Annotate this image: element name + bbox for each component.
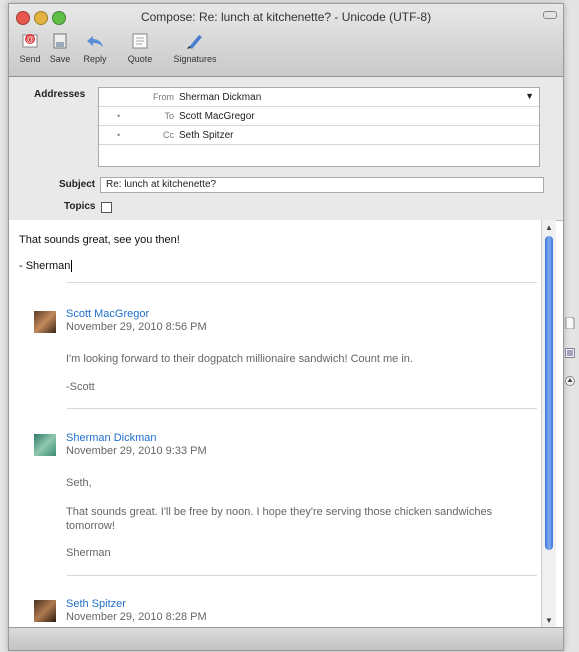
divider: [67, 575, 537, 576]
from-row[interactable]: From Sherman Dickman ▼: [99, 88, 539, 107]
scroll-down-arrow-icon[interactable]: ▼: [545, 616, 553, 625]
topics-label: Topics: [64, 201, 96, 212]
quote-button[interactable]: Quote: [115, 30, 165, 64]
status-bar: [9, 627, 563, 650]
from-label: From: [153, 92, 174, 102]
svg-text:@: @: [26, 35, 34, 44]
signature-pen-icon: [184, 30, 206, 52]
reply-text-line: That sounds great, see you then!: [19, 234, 180, 246]
quoted-sender[interactable]: Scott MacGregor: [66, 308, 149, 320]
send-icon: @: [19, 30, 41, 52]
cc-row[interactable]: • Cc Seth Spitzer: [99, 126, 539, 145]
subject-label: Subject: [59, 179, 96, 190]
toolbar: @ Send Save Reply Quote Signatures: [15, 30, 225, 64]
quoted-date: November 29, 2010 9:33 PM: [66, 445, 207, 457]
to-label: To: [164, 111, 174, 121]
divider: [67, 282, 537, 283]
window-title: Compose: Re: lunch at kitchenette? - Uni…: [140, 10, 432, 24]
avatar: [34, 311, 56, 333]
quote-icon: [129, 30, 151, 52]
cc-row-handle-icon: •: [117, 130, 121, 140]
page-icon[interactable]: [563, 316, 577, 330]
quoted-paragraph: Seth,: [66, 477, 92, 489]
to-row[interactable]: • To Scott MacGregor: [99, 107, 539, 126]
save-icon: [49, 30, 71, 52]
message-headers: Addresses From Sherman Dickman ▼ • To Sc…: [9, 77, 563, 221]
reply-button[interactable]: Reply: [75, 30, 115, 64]
to-row-handle-icon: •: [117, 111, 121, 121]
addresses-label: Addresses: [34, 89, 86, 100]
save-label: Save: [49, 54, 71, 64]
title-bar: Compose: Re: lunch at kitchenette? - Uni…: [9, 4, 563, 77]
quoted-paragraph: Sherman: [66, 547, 111, 559]
save-button[interactable]: Save: [45, 30, 75, 64]
send-button[interactable]: @ Send: [15, 30, 45, 64]
reply-signature-line: - Sherman: [19, 260, 73, 273]
toolbar-toggle-button[interactable]: [543, 11, 557, 19]
quoted-date: November 29, 2010 8:28 PM: [66, 611, 207, 623]
list-icon[interactable]: [563, 346, 577, 360]
cc-value[interactable]: Seth Spitzer: [179, 130, 233, 141]
avatar: [34, 600, 56, 622]
quoted-paragraph: -Scott: [66, 381, 95, 393]
subject-field[interactable]: Re: lunch at kitchenette?: [100, 177, 544, 193]
from-dropdown-arrow-icon[interactable]: ▼: [525, 91, 534, 101]
scroll-thumb[interactable]: [545, 236, 553, 550]
compose-window: Compose: Re: lunch at kitchenette? - Uni…: [8, 3, 564, 651]
quoted-sender[interactable]: Seth Spitzer: [66, 598, 126, 610]
addresses-box: From Sherman Dickman ▼ • To Scott MacGre…: [98, 87, 540, 167]
reply-icon: [84, 30, 106, 52]
cc-label: Cc: [163, 130, 174, 140]
reply-label: Reply: [83, 54, 107, 64]
avatar: [34, 434, 56, 456]
topics-checkbox[interactable]: [101, 202, 112, 213]
message-body[interactable]: That sounds great, see you then! - Sherm…: [9, 220, 541, 628]
reply-signature-text: - Sherman: [19, 260, 71, 272]
text-cursor: [71, 260, 73, 273]
to-value[interactable]: Scott MacGregor: [179, 111, 255, 122]
arrow-icon[interactable]: [563, 374, 577, 388]
quoted-paragraph: That sounds great. I'll be free by noon.…: [66, 506, 493, 532]
signatures-label: Signatures: [173, 54, 217, 64]
signatures-button[interactable]: Signatures: [165, 30, 225, 64]
scroll-up-arrow-icon[interactable]: ▲: [545, 223, 553, 232]
quoted-paragraph: I'm looking forward to their dogpatch mi…: [66, 353, 413, 365]
divider: [67, 408, 537, 409]
send-label: Send: [19, 54, 41, 64]
quoted-sender[interactable]: Sherman Dickman: [66, 432, 156, 444]
from-value: Sherman Dickman: [179, 92, 262, 103]
quote-label: Quote: [127, 54, 153, 64]
vertical-scrollbar[interactable]: ▲ ▼: [541, 220, 556, 628]
empty-address-row[interactable]: [99, 145, 539, 163]
quoted-date: November 29, 2010 8:56 PM: [66, 321, 207, 333]
